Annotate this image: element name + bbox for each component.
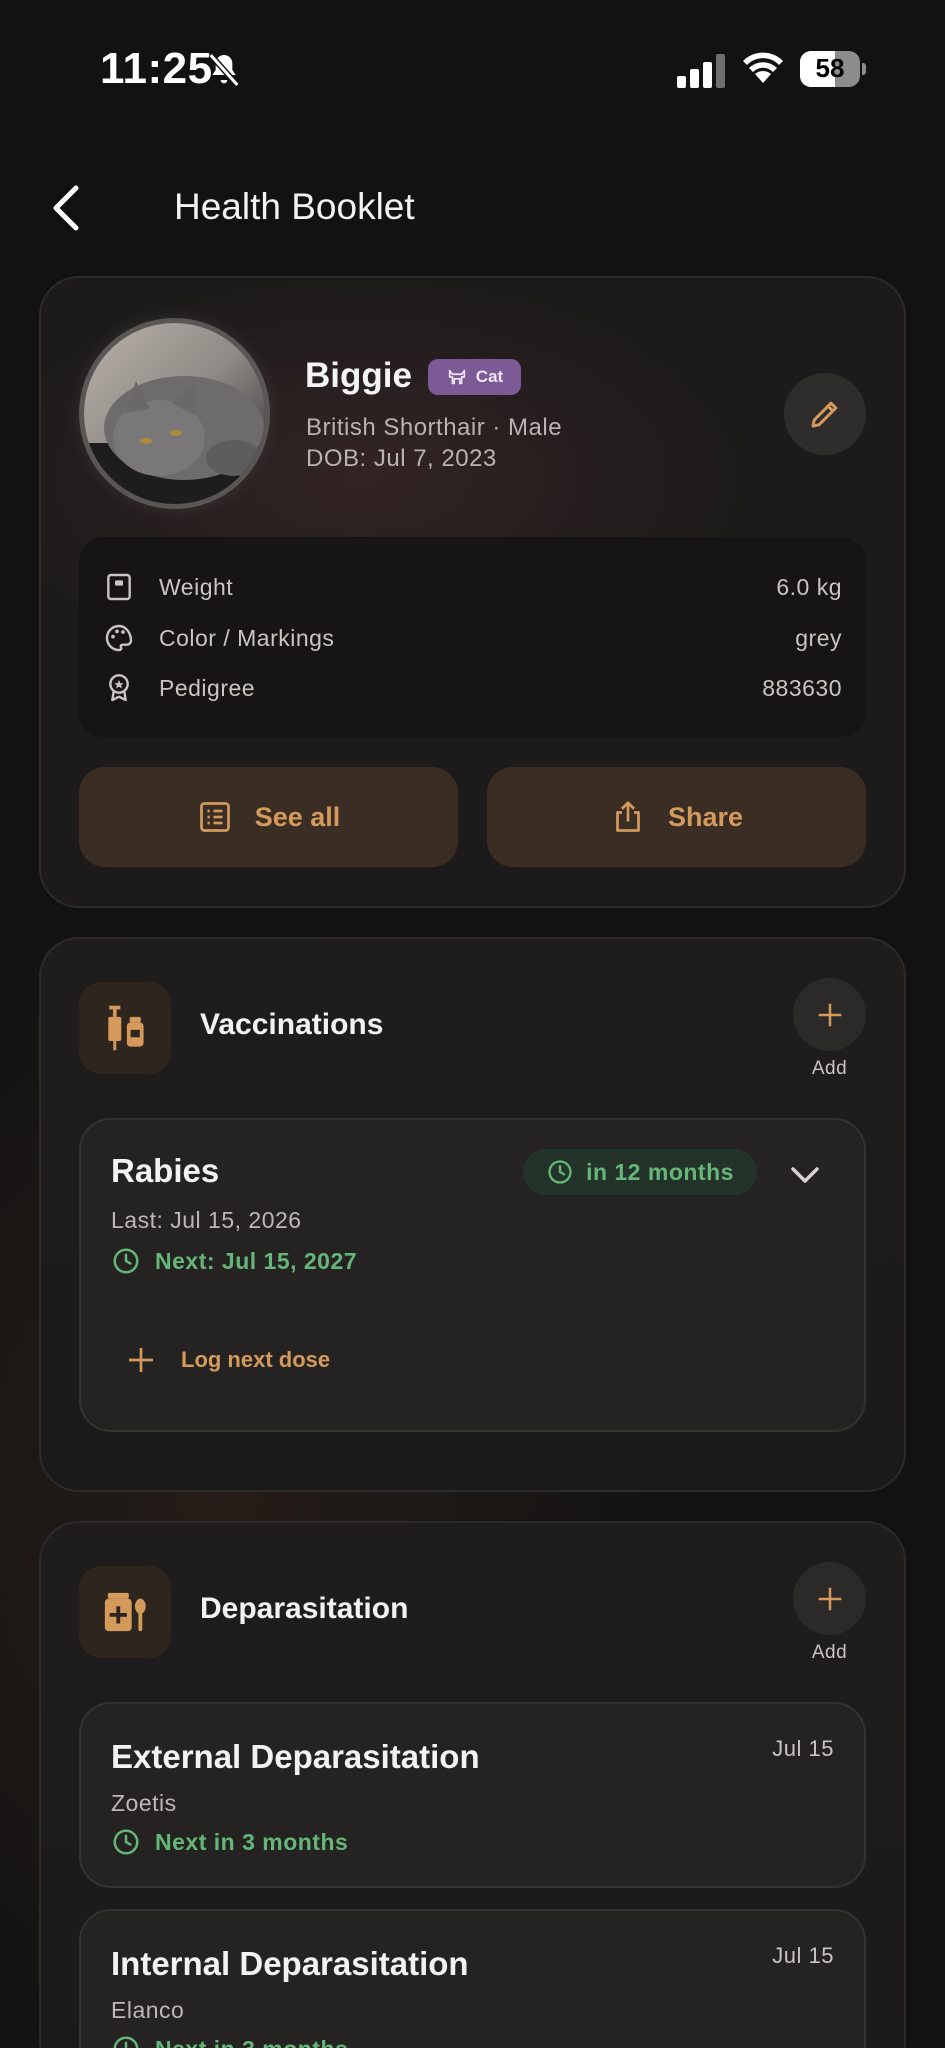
see-all-label: See all <box>254 801 341 832</box>
pet-avatar <box>79 318 270 509</box>
due-status-label: in 12 months <box>586 1158 734 1185</box>
deparasitation-brand: Elanco <box>111 1997 185 2023</box>
syringe-vial-icon <box>108 1005 144 1051</box>
pet-breed-sex: British Shorthair · Male <box>306 414 563 441</box>
vaccination-next-date: Next: Jul 15, 2027 <box>111 1246 357 1276</box>
vaccination-last-date: Last: Jul 15, 2026 <box>111 1207 302 1233</box>
detail-row-weight: Weight 6.0 kg <box>79 567 866 607</box>
battery-percent: 58 <box>815 53 845 83</box>
chevron-down-icon[interactable] <box>787 1160 823 1190</box>
clock-icon <box>113 1829 139 1855</box>
vaccine-section-icon <box>79 982 171 1074</box>
detail-row-color: Color / Markings grey <box>79 618 866 658</box>
cellular-signal-icon <box>677 54 725 88</box>
palette-icon <box>105 624 133 652</box>
deparasitation-next-label: Next in 3 months <box>155 1828 349 1855</box>
deparasitation-next: Next in 3 months <box>111 2034 348 2048</box>
cat-photo <box>84 323 265 504</box>
pet-dob: DOB: Jul 7, 2023 <box>306 445 497 472</box>
scale-icon <box>107 573 131 601</box>
award-icon <box>109 674 129 702</box>
add-vaccination-button[interactable] <box>793 978 866 1051</box>
due-status-pill: in 12 months <box>523 1149 757 1195</box>
cat-icon <box>448 369 465 385</box>
add-deparasitation-button[interactable] <box>793 1562 866 1635</box>
deparasitation-brand: Zoetis <box>111 1790 177 1816</box>
add-deparasitation-label: Add <box>811 1642 848 1663</box>
pet-name: Biggie <box>305 356 412 395</box>
plus-icon <box>129 1348 153 1372</box>
vaccination-next-label: Next: Jul 15, 2027 <box>155 1247 358 1274</box>
list-icon <box>199 802 230 832</box>
medicine-icon <box>104 1592 146 1632</box>
bell-muted-icon <box>208 53 240 87</box>
species-badge-label: Cat <box>475 367 504 386</box>
back-arrow-icon[interactable] <box>46 180 86 236</box>
detail-label: Weight <box>159 573 234 600</box>
detail-value: 6.0 kg <box>776 573 842 600</box>
battery-indicator: 58 <box>800 51 866 87</box>
log-next-dose-button[interactable]: Log next dose <box>125 1344 330 1376</box>
detail-label: Pedigree <box>159 674 256 701</box>
page-title: Health Booklet <box>174 186 415 227</box>
deparasitation-name: Internal Deparasitation <box>111 1945 469 1982</box>
share-button[interactable]: Share <box>487 767 866 867</box>
vaccination-name: Rabies <box>111 1152 220 1189</box>
plus-icon <box>818 1003 841 1026</box>
deparasitation-next: Next in 3 months <box>111 1827 348 1857</box>
clock-icon <box>113 2036 139 2048</box>
deparasitation-date: Jul 15 <box>772 1943 834 1968</box>
plus-icon <box>818 1587 841 1610</box>
clock-icon <box>548 1160 572 1184</box>
detail-row-pedigree: Pedigree 883630 <box>79 668 866 708</box>
species-badge: Cat <box>428 359 521 395</box>
deparasitation-item[interactable] <box>79 1702 866 1888</box>
add-vaccination-label: Add <box>811 1058 848 1079</box>
vaccinations-title: Vaccinations <box>200 1008 384 1041</box>
pencil-icon <box>811 401 838 428</box>
detail-value: 883630 <box>762 674 842 701</box>
edit-pet-button[interactable] <box>784 373 866 455</box>
clock-icon <box>113 1248 139 1274</box>
share-icon <box>616 801 640 832</box>
detail-value: grey <box>795 624 842 651</box>
deparasitation-name: External Deparasitation <box>111 1738 480 1775</box>
see-all-button[interactable]: See all <box>79 767 458 867</box>
deparasitation-date: Jul 15 <box>772 1736 834 1761</box>
log-next-dose-label: Log next dose <box>181 1347 331 1372</box>
pet-details-box: Weight 6.0 kg Color / Markings grey Pedi… <box>79 537 866 737</box>
wifi-icon <box>743 52 783 83</box>
detail-label: Color / Markings <box>159 624 335 651</box>
deparasitation-section-icon <box>79 1566 171 1658</box>
status-time: 11:25 <box>100 44 213 93</box>
deparasitation-next-label: Next in 3 months <box>155 2036 348 2048</box>
deparasitation-title: Deparasitation <box>200 1592 409 1625</box>
share-label: Share <box>667 801 744 832</box>
